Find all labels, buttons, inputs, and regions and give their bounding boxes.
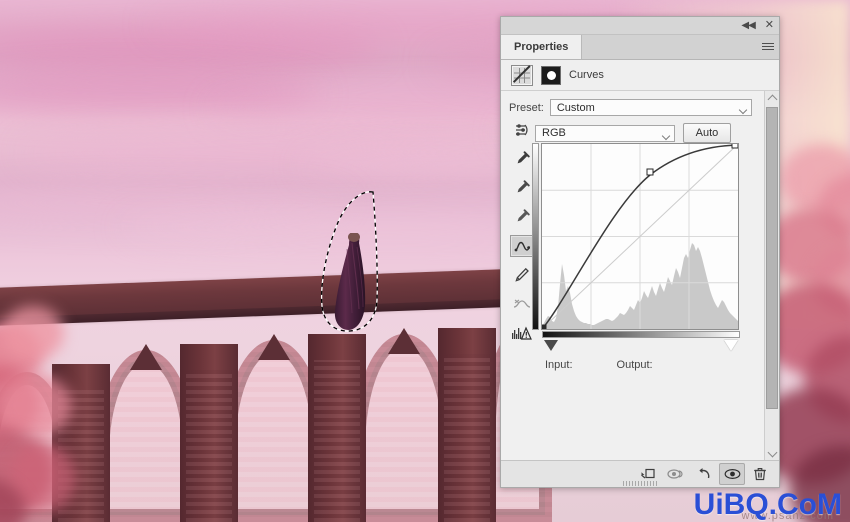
curve-control-point bbox=[731, 144, 738, 149]
curves-controls: Preset: Custom RGB Auto Input: Output: bbox=[501, 91, 779, 460]
curves-adjustment-icon bbox=[511, 64, 533, 86]
adjustment-header: Curves bbox=[501, 60, 779, 91]
tab-properties-label: Properties bbox=[514, 41, 569, 53]
view-previous-state-icon[interactable] bbox=[663, 463, 689, 485]
curves-graph[interactable] bbox=[541, 143, 740, 351]
black-point-marker[interactable] bbox=[544, 340, 558, 351]
photoshop-screenshot: ◀◀ ✕ Properties Curves Preset: Custom RG… bbox=[0, 0, 850, 522]
channel-row: RGB Auto bbox=[509, 123, 775, 143]
curve-control-point bbox=[542, 324, 547, 329]
close-panel-icon[interactable]: ✕ bbox=[765, 20, 774, 31]
tab-properties[interactable]: Properties bbox=[501, 35, 583, 59]
arch-keystone bbox=[388, 328, 420, 354]
panel-scrollbar[interactable] bbox=[764, 91, 779, 460]
watermark-text: UiBQ.CoM bbox=[693, 488, 842, 521]
blossom-tree-left bbox=[0, 302, 104, 522]
reset-adjustment-icon[interactable] bbox=[691, 463, 717, 485]
cloud-band bbox=[20, 132, 490, 172]
preset-value: Custom bbox=[556, 101, 595, 114]
input-gradient-bar bbox=[542, 331, 740, 338]
arch-keystone bbox=[130, 344, 162, 370]
curves-graph-area bbox=[532, 143, 747, 351]
preset-label: Preset: bbox=[509, 101, 544, 114]
properties-panel[interactable]: ◀◀ ✕ Properties Curves Preset: Custom RG… bbox=[500, 16, 780, 488]
histogram-warning-icon[interactable] bbox=[510, 322, 534, 344]
marching-ants-selection[interactable] bbox=[310, 188, 382, 336]
scrollbar-thumb[interactable] bbox=[766, 107, 778, 410]
scrollbar-track[interactable] bbox=[765, 105, 779, 446]
adjustment-title: Curves bbox=[569, 69, 604, 81]
panel-menu-icon[interactable] bbox=[757, 35, 779, 59]
scroll-up-icon[interactable] bbox=[765, 91, 779, 105]
cloud-band bbox=[0, 74, 320, 114]
viaduct-pier bbox=[438, 328, 496, 522]
tab-strip-filler bbox=[582, 35, 757, 59]
viaduct-pier bbox=[180, 344, 238, 522]
preset-row: Preset: Custom bbox=[509, 99, 775, 116]
cloud-band bbox=[0, 26, 380, 70]
auto-button-label: Auto bbox=[695, 127, 719, 139]
panel-body: Preset: Custom RGB Auto Input: Output: bbox=[501, 91, 779, 460]
white-point-eyedropper-icon[interactable] bbox=[510, 206, 534, 228]
input-label: Input: bbox=[545, 359, 573, 371]
input-output-row: Input: Output: bbox=[541, 359, 653, 371]
collapse-panel-icon[interactable]: ◀◀ bbox=[741, 20, 755, 31]
channel-select[interactable]: RGB bbox=[535, 124, 675, 142]
white-point-marker[interactable] bbox=[724, 340, 738, 351]
cloud-band bbox=[0, 186, 350, 220]
arch-keystone bbox=[258, 334, 290, 360]
channel-value: RGB bbox=[542, 127, 566, 139]
viaduct-pier bbox=[308, 334, 366, 522]
curve-control-point bbox=[646, 168, 654, 176]
black-point-eyedropper-icon[interactable] bbox=[510, 148, 534, 170]
gray-point-eyedropper-icon[interactable] bbox=[510, 177, 534, 199]
panel-tab-strip: Properties bbox=[501, 35, 779, 60]
auto-button[interactable]: Auto bbox=[683, 123, 731, 143]
delete-adjustment-icon[interactable] bbox=[747, 463, 773, 485]
smooth-curve-icon[interactable] bbox=[510, 293, 534, 315]
output-label: Output: bbox=[616, 359, 653, 371]
auto-adjust-options-icon[interactable] bbox=[510, 119, 534, 141]
pencil-draw-tool-icon[interactable] bbox=[510, 264, 534, 286]
toggle-visibility-icon[interactable] bbox=[719, 463, 745, 485]
panel-resize-grip[interactable] bbox=[623, 481, 657, 486]
curve-point-tool-icon[interactable] bbox=[510, 235, 534, 257]
layer-mask-thumbnail[interactable] bbox=[541, 65, 561, 85]
scroll-down-icon[interactable] bbox=[765, 446, 779, 460]
panel-title-bar: ◀◀ ✕ bbox=[501, 17, 779, 35]
output-gradient-bar bbox=[532, 143, 539, 330]
preset-select[interactable]: Custom bbox=[549, 99, 752, 116]
